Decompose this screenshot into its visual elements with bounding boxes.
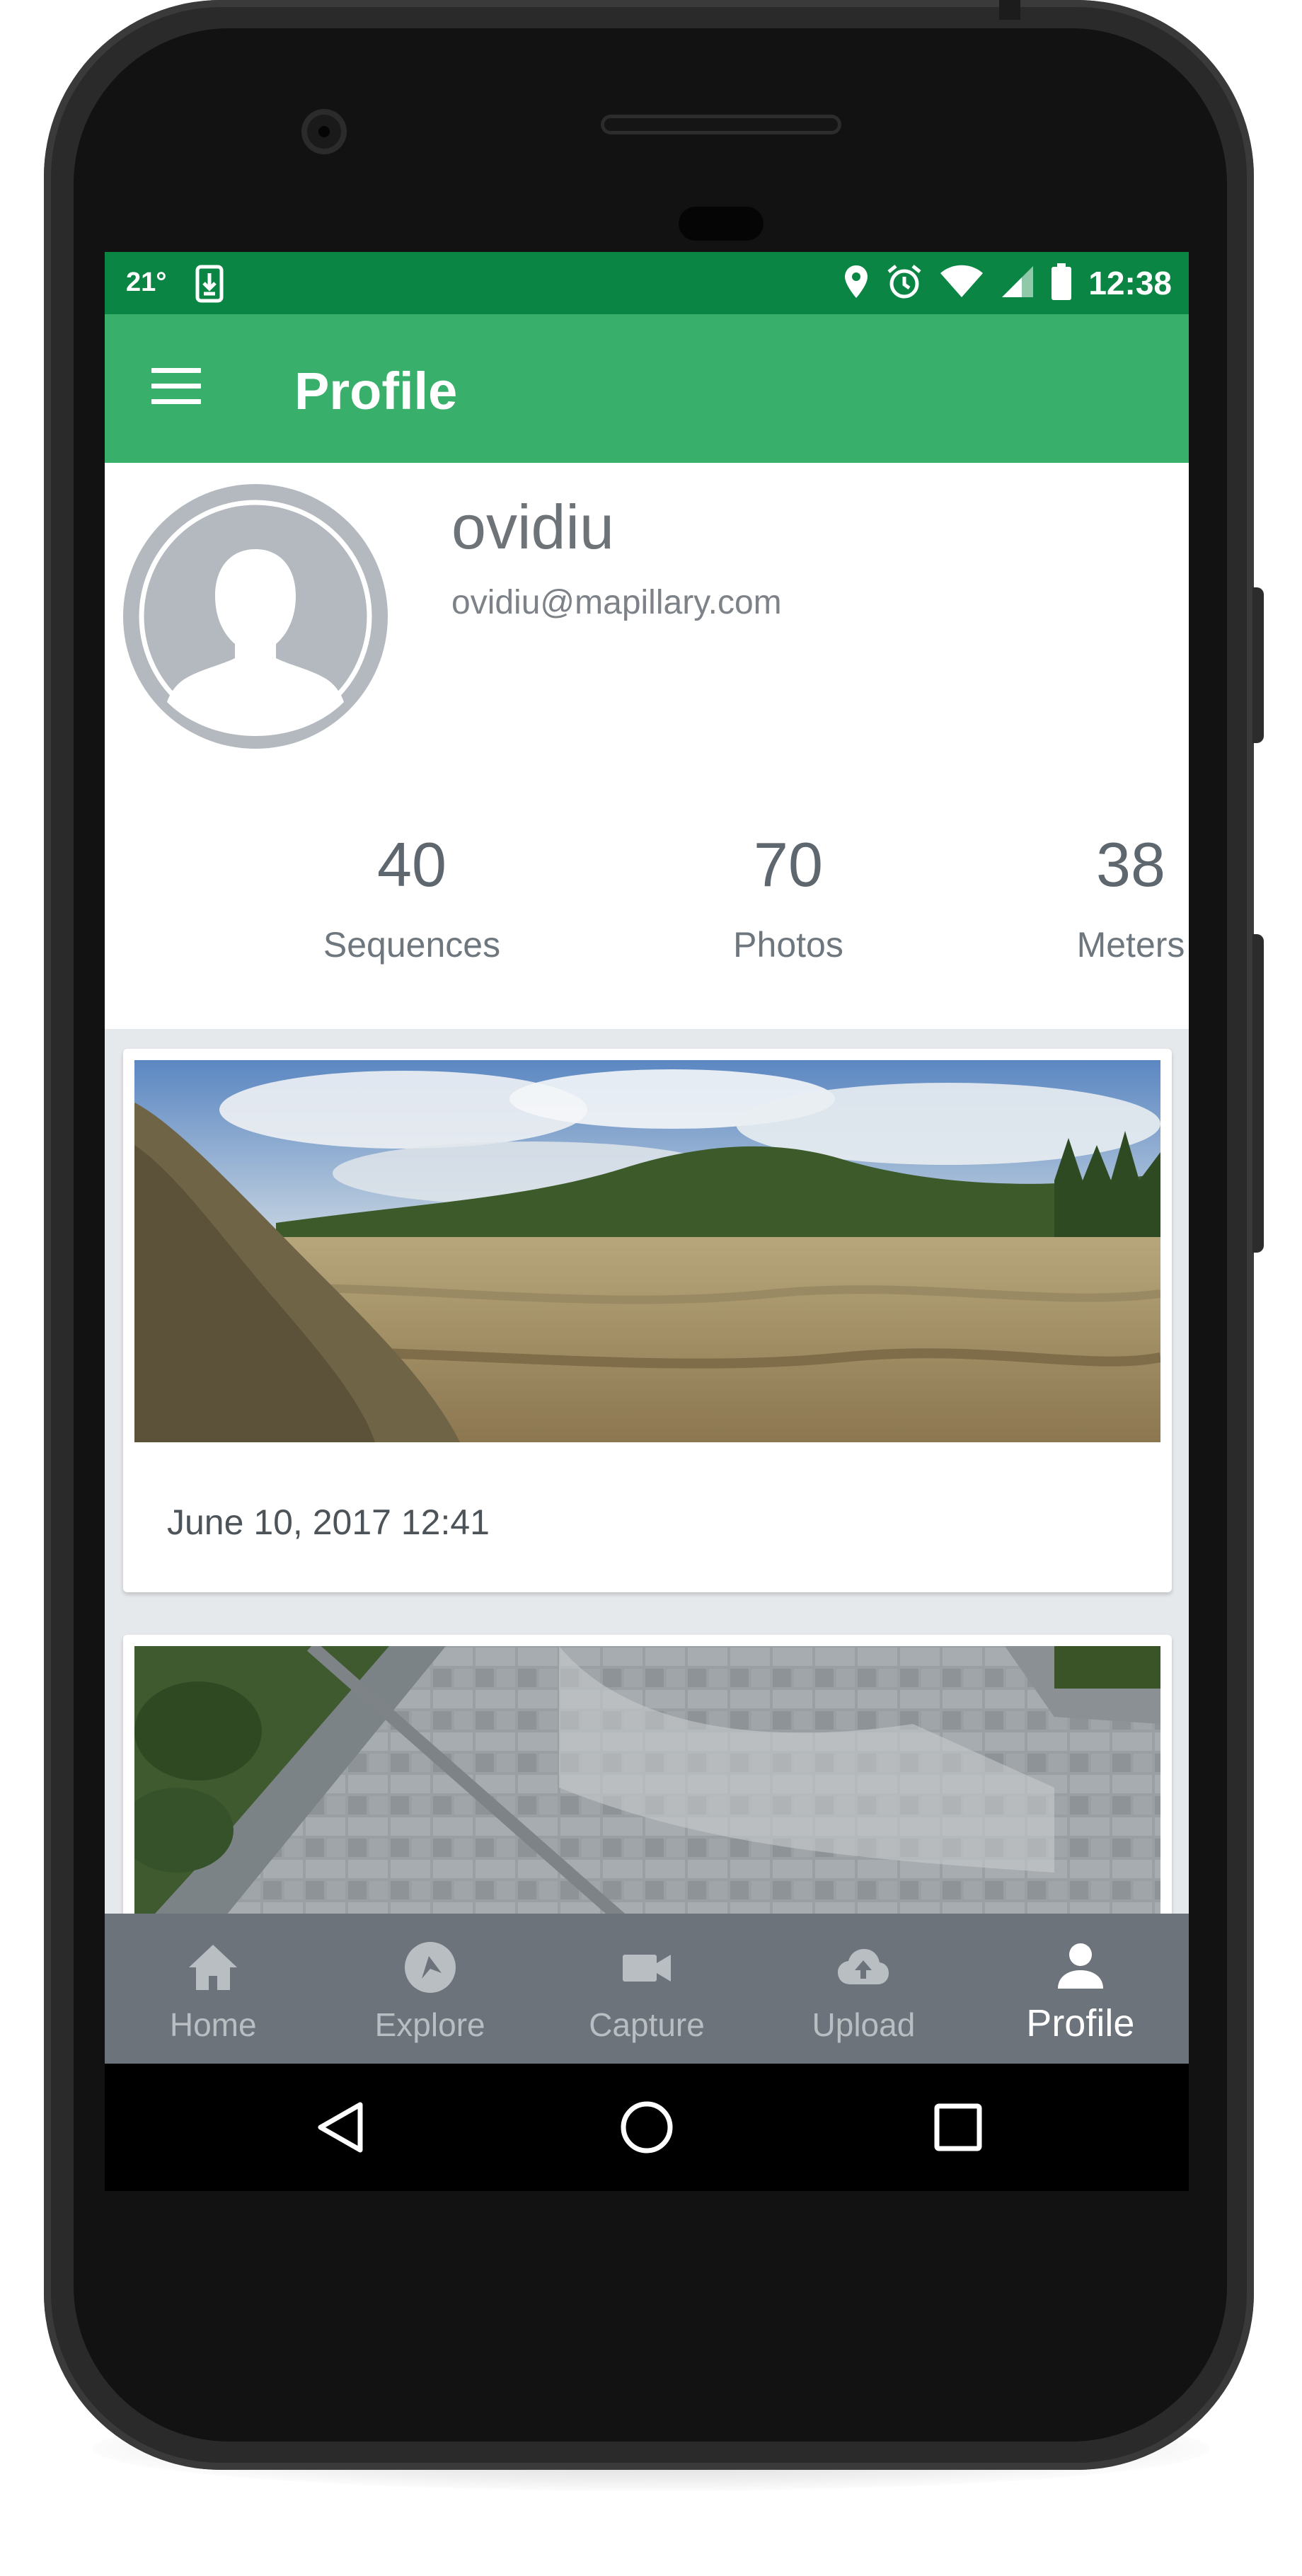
earpiece-speaker [601, 115, 841, 134]
sequence-date: June 10, 2017 12:41 [167, 1502, 490, 1542]
stat-sequences: 40 Sequences [270, 829, 553, 965]
proximity-sensor [679, 207, 764, 241]
stat-value: 40 [377, 829, 447, 899]
temperature-readout: 21° [126, 268, 167, 297]
nav-item-explore[interactable]: Explore [321, 1914, 538, 2064]
status-bar: 21° 12:38 [105, 252, 1189, 314]
home-icon [189, 1945, 238, 1990]
nav-label: Capture [589, 2006, 705, 2043]
user-silhouette-icon [132, 493, 379, 740]
stat-label: Sequences [323, 925, 501, 965]
stat-label: Meters [1076, 925, 1185, 965]
stat-value: 70 [754, 829, 823, 899]
battery-icon [1052, 263, 1072, 304]
nav-label: Explore [374, 2006, 485, 2043]
nav-label: Upload [812, 2006, 916, 2043]
back-icon[interactable] [313, 2099, 370, 2156]
phone-side-button-volume [1252, 934, 1264, 1253]
recents-icon[interactable] [930, 2099, 986, 2156]
clock: 12:38 [1088, 265, 1172, 301]
avatar[interactable] [123, 484, 388, 749]
screen: 21° 12:38 Profile ovidiu ovidiu@mapillar… [105, 252, 1189, 2064]
nav-item-home[interactable]: Home [105, 1914, 321, 2064]
video-camera-icon [623, 1955, 672, 1982]
system-navigation-bar [105, 2064, 1189, 2191]
stat-label: Photos [733, 925, 843, 965]
menu-button[interactable] [151, 368, 201, 408]
nav-item-profile[interactable]: Profile [972, 1914, 1189, 2064]
location-icon [843, 264, 869, 303]
compass-icon [404, 1942, 456, 1993]
home-circle-icon[interactable] [618, 2099, 675, 2156]
person-icon [1057, 1943, 1103, 1989]
app-bar: Profile [105, 314, 1189, 463]
bottom-navigation: Home Explore Capture Upload Profile [105, 1914, 1189, 2064]
page-title: Profile [294, 362, 458, 420]
email-address: ovidiu@mapillary.com [451, 584, 782, 621]
alarm-icon [886, 263, 923, 304]
username: ovidiu [451, 492, 614, 562]
menu-icon [151, 368, 201, 373]
signal-icon [1001, 265, 1035, 302]
profile-header: ovidiu ovidiu@mapillary.com 40 Sequences… [105, 463, 1189, 1029]
nav-item-upload[interactable]: Upload [755, 1914, 972, 2064]
landscape-photo[interactable] [134, 1060, 1160, 1442]
cloud-upload-icon [838, 1949, 889, 1984]
nav-label: Home [169, 2006, 257, 2043]
sequence-card[interactable]: June 10, 2017 12:41 [123, 1049, 1172, 1592]
download-icon [195, 265, 224, 306]
stat-meters: 38 Meters [989, 829, 1189, 965]
stat-value: 38 [1096, 829, 1165, 899]
nav-item-capture[interactable]: Capture [538, 1914, 755, 2064]
nav-label: Profile [1026, 2002, 1135, 2045]
phone-top-button [999, 0, 1020, 20]
phone-side-button-power [1252, 587, 1264, 743]
stat-photos: 70 Photos [647, 829, 930, 965]
wifi-icon [940, 265, 984, 302]
front-camera [301, 109, 347, 154]
